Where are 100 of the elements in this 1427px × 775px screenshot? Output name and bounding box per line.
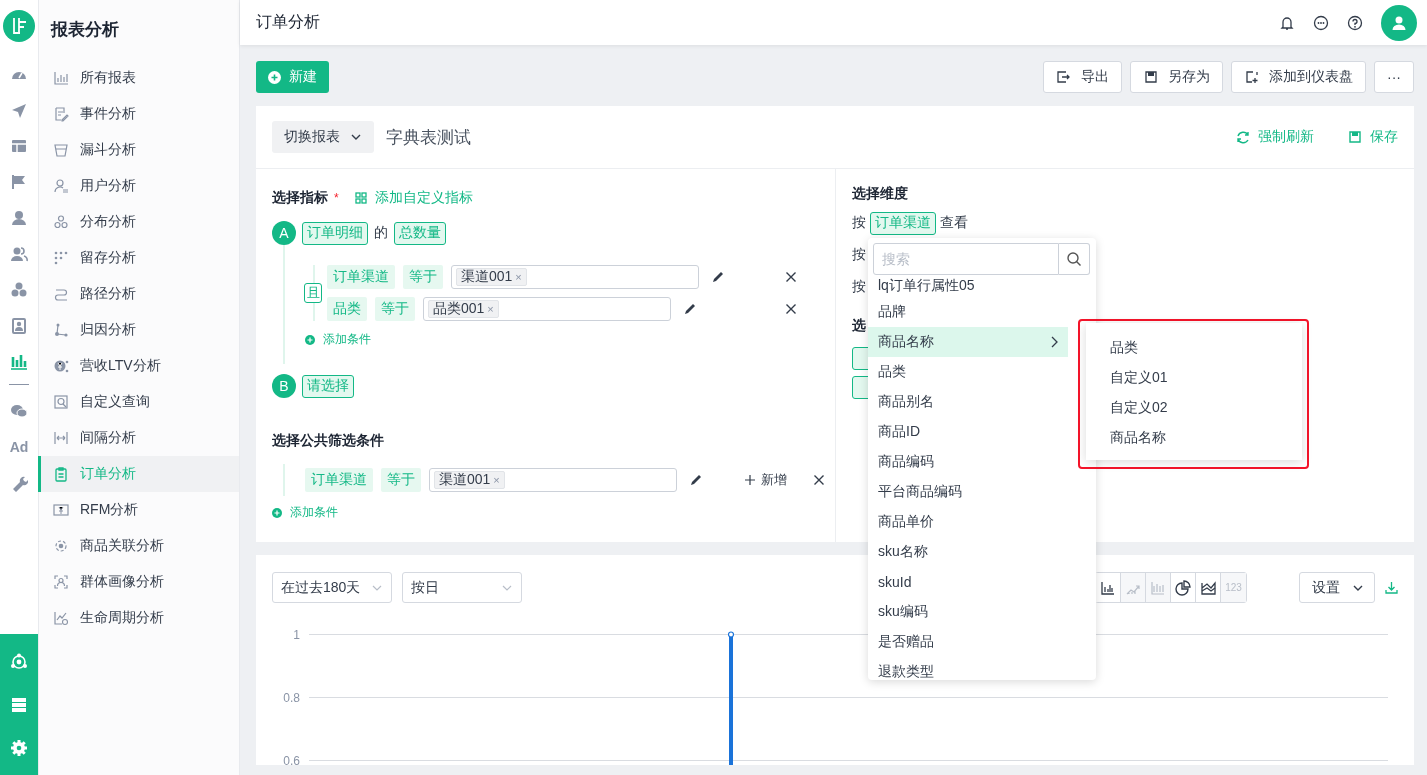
search-icon[interactable] xyxy=(1066,251,1082,267)
sidebar-item[interactable]: 用户分析 xyxy=(38,168,239,204)
more-button[interactable]: ··· xyxy=(1374,61,1414,93)
menu-item[interactable]: 退款类型 xyxy=(868,657,1068,680)
edit-icon[interactable] xyxy=(683,302,697,316)
bar-chart-icon xyxy=(1100,579,1116,596)
settings-dropdown[interactable]: 设置 xyxy=(1299,572,1375,603)
menu-item[interactable]: 是否赠品 xyxy=(868,627,1068,657)
page-title: 订单分析 xyxy=(256,12,320,32)
sidebar-item[interactable]: 事件分析 xyxy=(38,96,239,132)
sidebar-label: 事件分析 xyxy=(80,105,136,123)
download-icon[interactable] xyxy=(1385,581,1398,594)
submenu-item[interactable]: 自定义02 xyxy=(1086,393,1302,423)
layout-icon[interactable] xyxy=(10,137,28,155)
avatar[interactable] xyxy=(1381,4,1417,41)
menu-item[interactable]: sku编码 xyxy=(868,597,1068,627)
add-button[interactable]: 新增 xyxy=(745,471,787,489)
plus-icon xyxy=(268,70,281,84)
menu-item[interactable]: sku名称 xyxy=(868,537,1068,567)
cluster-icon xyxy=(53,538,69,554)
value-field[interactable]: 品类001 × xyxy=(423,297,671,321)
action-button[interactable]: 添加到仪表盘 xyxy=(1231,61,1366,93)
server-icon[interactable] xyxy=(10,695,28,714)
bell-icon[interactable] xyxy=(1279,14,1295,31)
settings-icon[interactable] xyxy=(10,738,28,757)
metric-letter: B xyxy=(272,374,296,398)
menu-item[interactable]: skuId xyxy=(868,567,1068,597)
sidebar-label: 自定义查询 xyxy=(80,393,150,411)
search-button[interactable] xyxy=(1059,243,1090,275)
sidebar-label: 用户分析 xyxy=(80,177,136,195)
section-title: 选择维度 xyxy=(852,185,908,203)
sidebar-item[interactable]: RFM分析 xyxy=(38,492,239,528)
circles-icon[interactable] xyxy=(10,281,28,299)
chat-icon[interactable] xyxy=(1313,14,1329,31)
refresh-icon xyxy=(1236,130,1250,144)
menu-item[interactable]: 商品单价 xyxy=(868,507,1068,537)
menu-item[interactable]: 品类 xyxy=(868,357,1068,387)
export-icon xyxy=(1056,69,1072,85)
close-icon[interactable] xyxy=(785,303,797,315)
cluster-icon[interactable] xyxy=(10,652,28,671)
nodes-icon xyxy=(53,322,69,338)
area-chart-icon xyxy=(1200,579,1216,596)
chip-label: 渠道001 xyxy=(439,471,491,489)
funnel-icon xyxy=(53,142,69,158)
sidebar-item[interactable]: 群体画像分析 xyxy=(38,564,239,600)
user-icon[interactable] xyxy=(10,209,28,227)
menu-item[interactable]: 平台商品编码 xyxy=(868,477,1068,507)
edit-icon[interactable] xyxy=(711,270,725,284)
action-button[interactable]: 导出 xyxy=(1043,61,1122,93)
value-field[interactable]: 渠道001 × xyxy=(429,468,677,492)
menu-item[interactable]: 商品编码 xyxy=(868,447,1068,477)
close-icon[interactable] xyxy=(785,271,797,283)
search-icon xyxy=(53,394,69,410)
sidebar-item[interactable]: 路径分析 xyxy=(38,276,239,312)
submenu-item[interactable]: 自定义01 xyxy=(1086,363,1302,393)
coin-icon xyxy=(53,358,69,374)
chart-type-button[interactable] xyxy=(1096,573,1121,602)
section-title: 选择公共筛选条件 xyxy=(272,432,384,450)
close-icon[interactable] xyxy=(813,474,825,486)
sidebar-label: 商品关联分析 xyxy=(80,537,164,555)
bar-chart-icon[interactable] xyxy=(10,353,28,371)
switch-report-dropdown[interactable]: 切换报表 xyxy=(272,121,374,153)
submenu-item[interactable]: 商品名称 xyxy=(1086,423,1302,453)
sidebar-item[interactable]: 漏斗分析 xyxy=(38,132,239,168)
menu-item[interactable]: 商品名称 xyxy=(868,327,1068,357)
sidebar-item[interactable]: 营收LTV分析 xyxy=(38,348,239,384)
sidebar-item[interactable]: 生命周期分析 xyxy=(38,600,239,636)
value-field[interactable]: 渠道001 × xyxy=(451,265,699,289)
chip-label: 渠道001 xyxy=(461,268,513,286)
sidebar-item[interactable]: 所有报表 xyxy=(38,60,239,96)
menu-item[interactable]: 商品ID xyxy=(868,417,1068,447)
action-button[interactable]: 另存为 xyxy=(1130,61,1223,93)
sidebar-item[interactable]: 自定义查询 xyxy=(38,384,239,420)
dots-icon xyxy=(53,250,69,266)
sidebar-item[interactable]: 商品关联分析 xyxy=(38,528,239,564)
portrait-icon[interactable] xyxy=(10,317,28,335)
send-icon[interactable] xyxy=(10,101,28,119)
menu-item[interactable]: 品牌 xyxy=(868,297,1068,327)
line-chart-icon xyxy=(53,610,69,626)
search-field[interactable]: 搜索 xyxy=(873,243,1059,275)
flag-icon[interactable] xyxy=(10,173,28,191)
select-field[interactable]: 在过去180天 xyxy=(272,572,392,603)
user-icon xyxy=(53,178,69,194)
section-title: 选择指标 xyxy=(272,189,328,207)
edit-icon[interactable] xyxy=(689,473,703,487)
select-field[interactable]: 按日 xyxy=(402,572,522,603)
help-icon[interactable] xyxy=(1347,14,1363,31)
menu-item[interactable]: 商品别名 xyxy=(868,387,1068,417)
sidebar-label: 分布分析 xyxy=(80,213,136,231)
users-icon[interactable] xyxy=(10,245,28,263)
sidebar-item[interactable]: 归因分析 xyxy=(38,312,239,348)
logo-icon[interactable] xyxy=(3,10,35,42)
by-label: 按 xyxy=(852,246,866,264)
section-title: 选 xyxy=(852,317,866,335)
sidebar-item[interactable]: 留存分析 xyxy=(38,240,239,276)
sidebar-item[interactable]: 间隔分析 xyxy=(38,420,239,456)
submenu-item[interactable]: 品类 xyxy=(1086,333,1302,363)
sidebar-label: 生命周期分析 xyxy=(80,609,164,627)
menu-item[interactable]: lq订单行属性05 xyxy=(868,275,1068,297)
sidebar-item[interactable]: 分布分析 xyxy=(38,204,239,240)
